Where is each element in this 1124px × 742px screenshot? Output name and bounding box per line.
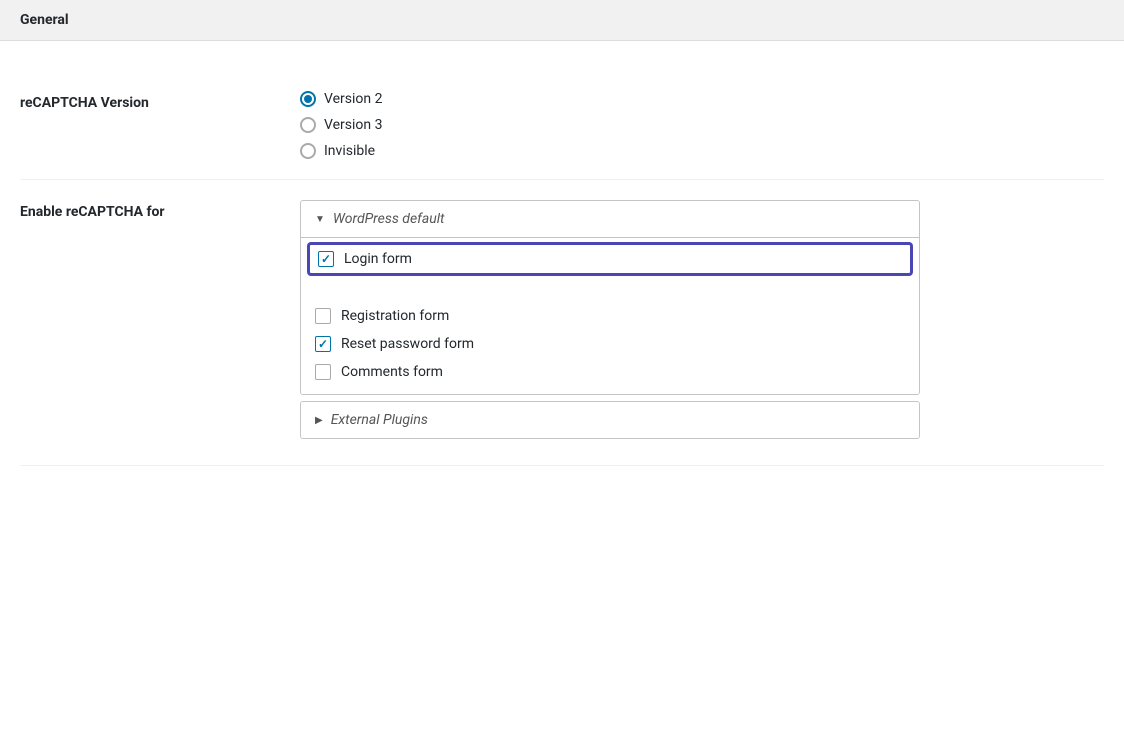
login-form-checkbox[interactable] xyxy=(318,251,334,267)
login-form-item: Login form xyxy=(307,242,913,276)
radio-option-invisible[interactable]: Invisible xyxy=(300,143,1104,159)
registration-form-label: Registration form xyxy=(341,308,449,324)
reset-password-form-checkbox[interactable] xyxy=(315,336,331,352)
wordpress-default-body: Login form Registration form xyxy=(301,238,919,394)
radio-option-v2[interactable]: Version 2 xyxy=(300,91,1104,107)
radio-label-v2: Version 2 xyxy=(324,91,382,107)
reset-password-form-label: Reset password form xyxy=(341,336,474,352)
checkbox-list: Login form Registration form xyxy=(315,248,905,380)
recaptcha-version-row: reCAPTCHA Version Version 2 Version 3 In… xyxy=(20,71,1104,180)
radio-input-v3 xyxy=(300,117,316,133)
external-plugins-section: ▶ External Plugins xyxy=(300,401,920,439)
recaptcha-version-label: reCAPTCHA Version xyxy=(20,91,300,111)
radio-label-invisible: Invisible xyxy=(324,143,375,159)
registration-form-checkbox[interactable] xyxy=(315,308,331,324)
settings-table: reCAPTCHA Version Version 2 Version 3 In… xyxy=(0,71,1124,466)
external-plugins-title: External Plugins xyxy=(331,412,428,428)
page-wrapper: General reCAPTCHA Version Version 2 Vers… xyxy=(0,0,1124,742)
comments-form-item: Comments form xyxy=(315,364,905,380)
login-form-label: Login form xyxy=(344,251,412,267)
enable-recaptcha-label: Enable reCAPTCHA for xyxy=(20,200,300,220)
reset-password-form-item: Reset password form xyxy=(315,336,905,352)
chevron-right-icon: ▶ xyxy=(315,415,323,426)
recaptcha-version-control: Version 2 Version 3 Invisible xyxy=(300,91,1104,159)
radio-input-invisible xyxy=(300,143,316,159)
radio-option-v3[interactable]: Version 3 xyxy=(300,117,1104,133)
spacer1 xyxy=(315,288,905,296)
registration-form-item: Registration form xyxy=(315,308,905,324)
radio-group: Version 2 Version 3 Invisible xyxy=(300,91,1104,159)
section-header: General xyxy=(0,0,1124,41)
section-title: General xyxy=(20,12,69,28)
chevron-down-icon: ▼ xyxy=(315,214,325,225)
comments-form-checkbox[interactable] xyxy=(315,364,331,380)
wordpress-default-title: WordPress default xyxy=(333,211,445,227)
external-plugins-header[interactable]: ▶ External Plugins xyxy=(301,402,919,438)
enable-recaptcha-row: Enable reCAPTCHA for ▼ WordPress default xyxy=(20,180,1104,466)
radio-label-v3: Version 3 xyxy=(324,117,382,133)
wordpress-default-section: ▼ WordPress default Login form xyxy=(300,200,920,395)
comments-form-label: Comments form xyxy=(341,364,443,380)
wordpress-default-header[interactable]: ▼ WordPress default xyxy=(301,201,919,238)
radio-input-v2 xyxy=(300,91,316,107)
enable-recaptcha-control: ▼ WordPress default Login form xyxy=(300,200,1104,445)
